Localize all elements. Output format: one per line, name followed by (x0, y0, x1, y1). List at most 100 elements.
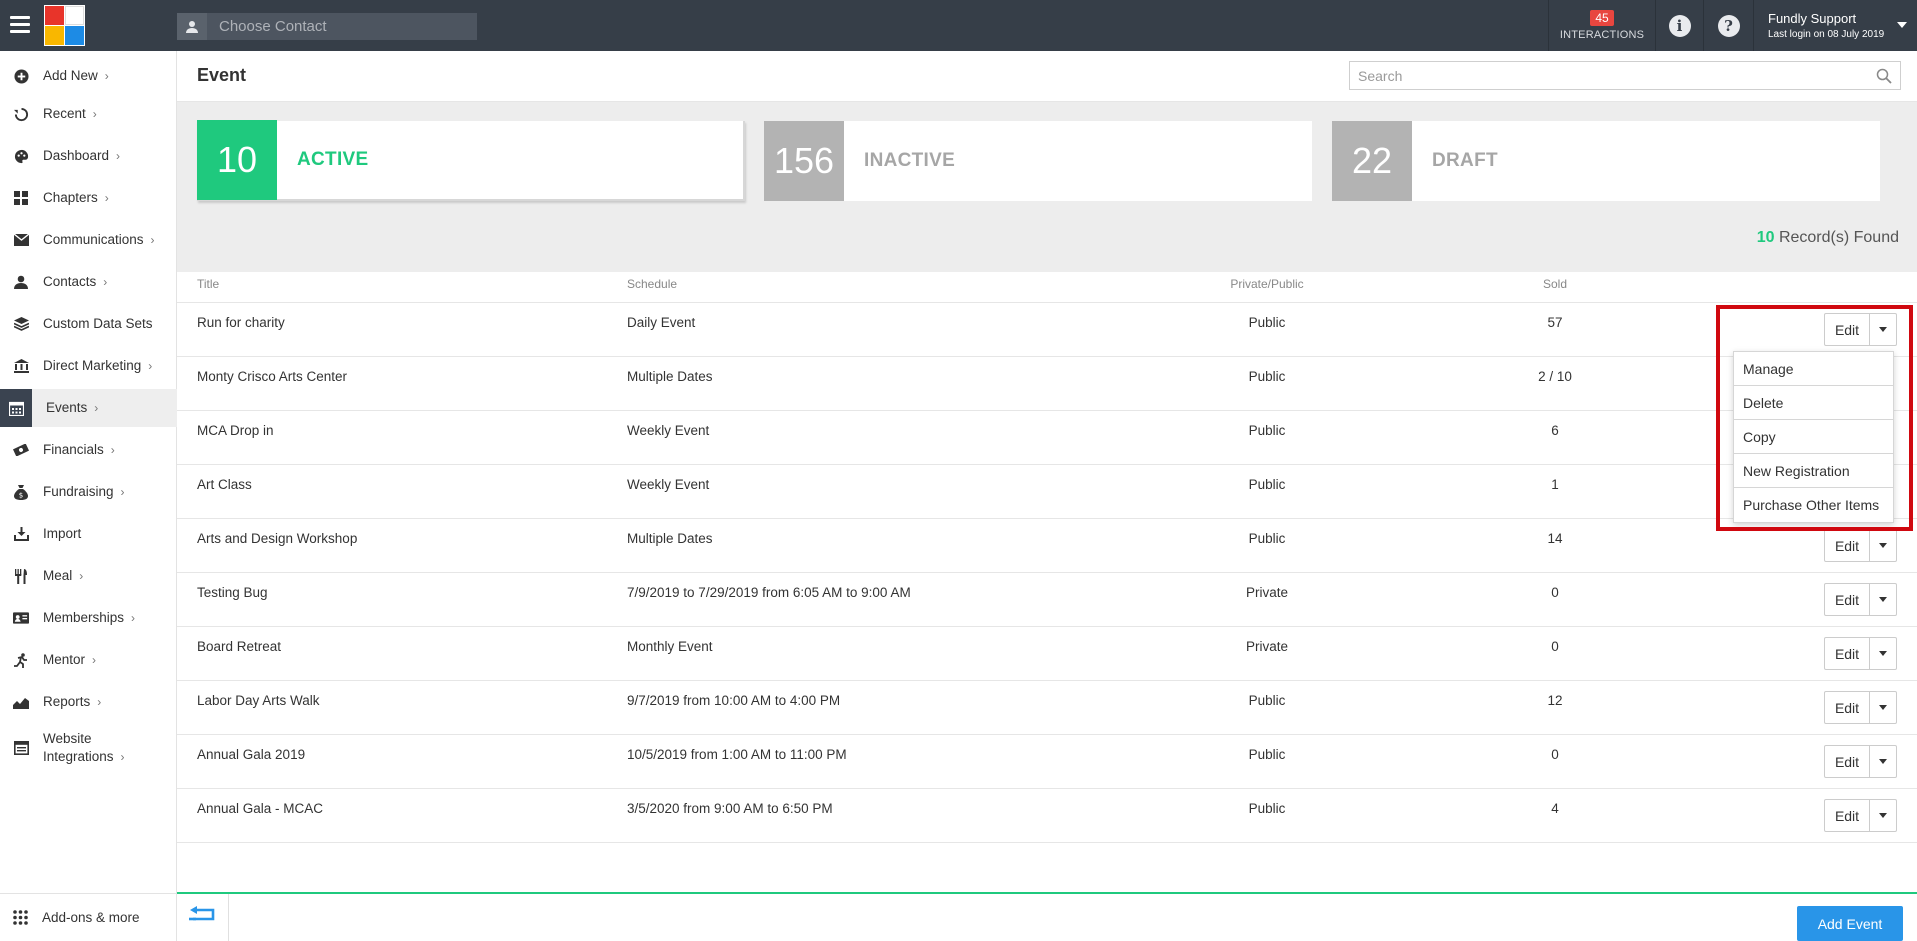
chevron-right-icon: › (104, 69, 109, 83)
sidebar-item-communications[interactable]: Communications › (0, 221, 177, 259)
table-row[interactable]: Board Retreat Monthly Event Private 0 Edit (177, 627, 1917, 681)
edit-button[interactable]: Edit (1824, 691, 1870, 724)
row-schedule: 3/5/2020 from 9:00 AM to 6:50 PM (627, 801, 833, 816)
search-icon[interactable] (1876, 68, 1892, 89)
search-input[interactable] (1350, 62, 1850, 89)
sidebar-item-chapters[interactable]: Chapters › (0, 179, 177, 217)
row-actions: Edit (1824, 583, 1897, 616)
sidebar-item-import[interactable]: Import (0, 515, 177, 553)
edit-button[interactable]: Edit (1824, 799, 1870, 832)
row-privacy: Public (1248, 423, 1286, 438)
sidebar-item-label: Financials (43, 442, 104, 457)
row-schedule: Weekly Event (627, 423, 710, 438)
palette-icon (13, 148, 29, 164)
row-privacy: Private (1245, 639, 1289, 654)
sidebar-item-financials[interactable]: Financials › (0, 431, 177, 469)
sidebar-item-direct-marketing[interactable]: Direct Marketing › (0, 347, 177, 385)
choose-contact-box[interactable] (177, 13, 477, 40)
back-button[interactable] (177, 894, 229, 941)
sidebar-item-reports[interactable]: Reports › (0, 683, 177, 721)
sidebar-item-website-integrations[interactable]: Website Integrations › (0, 725, 177, 771)
interactions-button[interactable]: 45 INTERACTIONS (1548, 0, 1655, 51)
actions-dropdown-toggle[interactable] (1870, 637, 1897, 670)
active-count: 10 (197, 120, 277, 200)
page-header: Event (177, 51, 1917, 102)
menu-item-manage[interactable]: Manage (1734, 352, 1893, 386)
menu-item-new-registration[interactable]: New Registration (1734, 454, 1893, 488)
row-title: Labor Day Arts Walk (197, 693, 320, 708)
status-card-inactive[interactable]: 156 INACTIVE (764, 121, 1312, 201)
menu-item-delete[interactable]: Delete (1734, 386, 1893, 420)
edit-button[interactable]: Edit (1824, 313, 1870, 346)
caret-down-icon (1879, 597, 1887, 602)
actions-dropdown-toggle[interactable] (1870, 583, 1897, 616)
status-card-active[interactable]: 10 ACTIVE (197, 120, 745, 201)
status-strip: 10 ACTIVE 156 INACTIVE 22 DRAFT (177, 102, 1917, 272)
row-schedule: Monthly Event (627, 639, 713, 654)
edit-button[interactable]: Edit (1824, 745, 1870, 778)
caret-down-icon (1879, 813, 1887, 818)
menu-item-copy[interactable]: Copy (1734, 420, 1893, 454)
sidebar-item-memberships[interactable]: Memberships › (0, 599, 177, 637)
sidebar-item-contacts[interactable]: Contacts › (0, 263, 177, 301)
actions-dropdown-toggle[interactable] (1870, 691, 1897, 724)
actions-dropdown-toggle[interactable] (1870, 745, 1897, 778)
row-privacy: Public (1248, 531, 1286, 546)
row-actions: Edit (1824, 691, 1897, 724)
sidebar-item-custom-data-sets[interactable]: Custom Data Sets (0, 305, 177, 343)
table-row[interactable]: Annual Gala 2019 10/5/2019 from 1:00 AM t… (177, 735, 1917, 789)
sidebar-item-fundraising[interactable]: $ Fundraising › (0, 473, 177, 511)
row-title: Annual Gala 2019 (197, 747, 306, 762)
layers-icon (13, 316, 29, 332)
sidebar-item-recent[interactable]: Recent › (0, 95, 177, 133)
sidebar-item-dashboard[interactable]: Dashboard › (0, 137, 177, 175)
running-icon (13, 652, 29, 668)
row-sold: 4 (1551, 801, 1559, 816)
chevron-right-icon: › (103, 275, 108, 289)
app-logo[interactable] (44, 5, 85, 46)
table-row[interactable]: Labor Day Arts Walk 9/7/2019 from 10:00 A… (177, 681, 1917, 735)
table-row[interactable]: Annual Gala - MCAC 3/5/2020 from 9:00 AM … (177, 789, 1917, 843)
choose-contact-input[interactable] (207, 18, 467, 35)
sidebar-item-add-new[interactable]: Add New › (0, 57, 177, 95)
table-row[interactable]: Arts and Design Workshop Multiple Dates Pu… (177, 519, 1917, 573)
row-actions: Edit (1824, 637, 1897, 670)
records-found: 10 Record(s) Found (1757, 229, 1899, 247)
user-menu[interactable]: Fundly Support Last login on 08 July 201… (1753, 0, 1917, 51)
info-button[interactable]: i (1655, 0, 1703, 51)
edit-button[interactable]: Edit (1824, 637, 1870, 670)
sidebar-item-label: Reports (43, 694, 91, 709)
sidebar-item-label: Events (46, 400, 88, 415)
actions-dropdown-toggle[interactable] (1870, 529, 1897, 562)
calendar-icon (0, 389, 32, 427)
row-schedule: 10/5/2019 from 1:00 AM to 11:00 PM (627, 747, 847, 762)
sidebar-item-label: Direct Marketing (43, 358, 142, 373)
edit-button[interactable]: Edit (1824, 529, 1870, 562)
header-title: Title (197, 277, 220, 291)
chevron-right-icon: › (104, 191, 109, 205)
menu-item-purchase-other-items[interactable]: Purchase Other Items (1734, 488, 1893, 522)
row-privacy: Public (1248, 693, 1286, 708)
row-schedule: 9/7/2019 from 10:00 AM to 4:00 PM (627, 693, 841, 708)
sidebar-item-events[interactable]: Events › (0, 389, 177, 427)
caret-down-icon (1879, 705, 1887, 710)
hamburger-menu-icon[interactable] (10, 16, 30, 34)
table-row[interactable]: Monty Crisco Arts Center Multiple Dates Pu… (177, 357, 1917, 411)
history-icon (13, 106, 29, 122)
table-row[interactable]: Run for charity Daily Event Public 57 Edit (177, 303, 1917, 357)
status-card-draft[interactable]: 22 DRAFT (1332, 121, 1880, 201)
table-row[interactable]: MCA Drop in Weekly Event Public 6 (177, 411, 1917, 465)
table-row[interactable]: Art Class Weekly Event Public 1 (177, 465, 1917, 519)
edit-button[interactable]: Edit (1824, 583, 1870, 616)
person-icon (13, 274, 29, 290)
table-header: Title Schedule Private/Public Sold (177, 277, 1917, 303)
search-box[interactable] (1349, 61, 1901, 90)
add-event-button[interactable]: Add Event (1797, 906, 1903, 941)
sidebar-item-mentor[interactable]: Mentor › (0, 641, 177, 679)
help-button[interactable]: ? (1703, 0, 1753, 51)
table-row[interactable]: Testing Bug 7/9/2019 to 7/29/2019 from 6:… (177, 573, 1917, 627)
addons-and-more[interactable]: Add-ons & more (0, 893, 177, 941)
actions-dropdown-toggle[interactable] (1870, 313, 1897, 346)
sidebar-item-meal[interactable]: Meal › (0, 557, 177, 595)
actions-dropdown-toggle[interactable] (1870, 799, 1897, 832)
